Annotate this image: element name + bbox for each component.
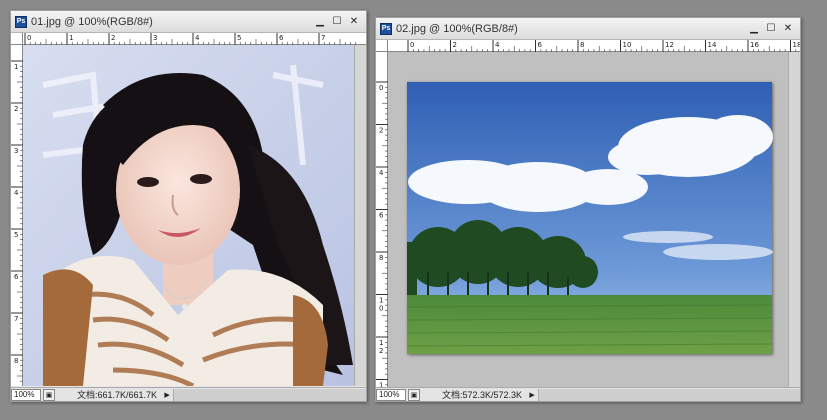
ruler-label: 4 bbox=[195, 34, 200, 42]
document-status-icon[interactable]: ▣ bbox=[43, 388, 55, 401]
close-icon[interactable]: ✕ bbox=[348, 16, 360, 28]
ruler-label: 2 bbox=[379, 127, 383, 135]
ruler-label: 2 bbox=[453, 41, 457, 49]
ruler-label: 7 bbox=[321, 34, 325, 42]
title-bar[interactable]: Ps 01.jpg @ 100%(RGB/8#) ▁ ☐ ✕ bbox=[11, 11, 366, 33]
ruler-label: 4 bbox=[495, 41, 500, 49]
vertical-scrollbar[interactable] bbox=[354, 45, 366, 386]
horizontal-scrollbar[interactable] bbox=[173, 388, 366, 401]
ruler-label: 0 bbox=[379, 305, 383, 313]
status-bar: 100% ▣ 文档:572.3K/572.3K ▶ bbox=[376, 387, 800, 401]
vertical-ruler[interactable]: 02468101214 bbox=[376, 52, 388, 389]
ruler-label: 7 bbox=[14, 315, 18, 323]
vertical-ruler[interactable]: 1 2 3 4 5 6 7 8 bbox=[11, 45, 23, 386]
image-canvas[interactable] bbox=[388, 52, 788, 389]
ruler-label: 2 bbox=[379, 347, 383, 355]
image-canvas[interactable] bbox=[23, 45, 354, 386]
ruler-label: 3 bbox=[153, 34, 157, 42]
vertical-scrollbar[interactable] bbox=[788, 52, 800, 389]
ruler-label: 4 bbox=[14, 189, 19, 197]
maximize-icon[interactable]: ☐ bbox=[331, 16, 343, 28]
ruler-label: 6 bbox=[538, 41, 543, 49]
document-size-info: 文档:572.3K/572.3K bbox=[442, 390, 523, 400]
photoshop-icon: Ps bbox=[15, 15, 27, 28]
horizontal-ruler[interactable]: 0 1 2 3 4 5 6 7 bbox=[23, 33, 366, 45]
ruler-label: 1 bbox=[14, 63, 18, 71]
triangle-right-icon[interactable]: ▶ bbox=[528, 390, 536, 400]
ruler-label: 8 bbox=[14, 357, 18, 365]
minimize-icon[interactable]: ▁ bbox=[748, 23, 760, 35]
zoom-level-field[interactable]: 100% bbox=[11, 388, 41, 401]
ruler-origin[interactable] bbox=[376, 40, 388, 52]
ruler-label: 6 bbox=[379, 212, 384, 220]
document-window-02[interactable]: Ps 02.jpg @ 100%(RGB/8#) ▁ ☐ ✕ 0 2 4 6 8 10 12… bbox=[375, 17, 801, 402]
ruler-label: 2 bbox=[14, 105, 18, 113]
ruler-label: 18 bbox=[793, 41, 801, 49]
ruler-label: 2 bbox=[111, 34, 115, 42]
horizontal-ruler[interactable]: 0 2 4 6 8 10 12 14 16 18 bbox=[388, 40, 800, 52]
ruler-label: 14 bbox=[708, 41, 717, 49]
ruler-label: 6 bbox=[279, 34, 284, 42]
ruler-label: 8 bbox=[580, 41, 584, 49]
ruler-label: 5 bbox=[237, 34, 241, 42]
ruler-label: 4 bbox=[379, 169, 384, 177]
ruler-label: 0 bbox=[379, 84, 383, 92]
ruler-label: 0 bbox=[27, 34, 31, 42]
minimize-icon[interactable]: ▁ bbox=[314, 16, 326, 28]
document-size-info: 文档:661.7K/661.7K bbox=[77, 390, 158, 400]
landscape-photo bbox=[406, 82, 773, 354]
title-bar[interactable]: Ps 02.jpg @ 100%(RGB/8#) ▁ ☐ ✕ bbox=[376, 18, 800, 40]
ruler-label: 1 bbox=[379, 297, 383, 305]
ruler-label: 1 bbox=[69, 34, 73, 42]
ruler-label: 3 bbox=[14, 147, 18, 155]
ruler-label: 6 bbox=[14, 273, 19, 281]
window-title: 01.jpg @ 100%(RGB/8#) bbox=[31, 15, 153, 28]
ruler-label: 16 bbox=[750, 41, 759, 49]
document-status-icon[interactable]: ▣ bbox=[408, 388, 420, 401]
ruler-label: 12 bbox=[665, 41, 674, 49]
ruler-label: 10 bbox=[623, 41, 632, 49]
ruler-label: 8 bbox=[379, 254, 383, 262]
portrait-photo bbox=[23, 45, 354, 386]
ruler-label: 5 bbox=[14, 231, 18, 239]
horizontal-scrollbar[interactable] bbox=[538, 388, 800, 401]
status-bar: 100% ▣ 文档:661.7K/661.7K ▶ bbox=[11, 387, 366, 401]
document-window-01[interactable]: Ps 01.jpg @ 100%(RGB/8#) ▁ ☐ ✕ 01234567 … bbox=[10, 10, 367, 402]
maximize-icon[interactable]: ☐ bbox=[765, 23, 777, 35]
triangle-right-icon[interactable]: ▶ bbox=[163, 390, 171, 400]
ruler-label: 0 bbox=[410, 41, 414, 49]
close-icon[interactable]: ✕ bbox=[782, 23, 794, 35]
window-title: 02.jpg @ 100%(RGB/8#) bbox=[396, 22, 518, 35]
ruler-label: 1 bbox=[379, 339, 383, 347]
photoshop-icon: Ps bbox=[380, 22, 392, 35]
ruler-origin[interactable] bbox=[11, 33, 23, 45]
zoom-level-field[interactable]: 100% bbox=[376, 388, 406, 401]
